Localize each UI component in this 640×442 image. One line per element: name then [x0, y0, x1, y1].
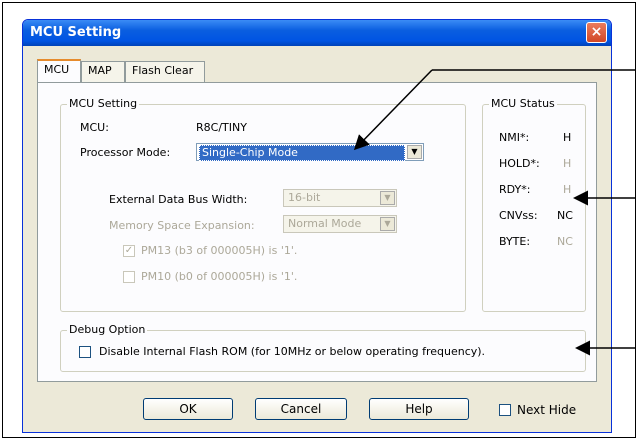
callout-arrow-processor-mode: [353, 69, 433, 151]
callout-arrows: [353, 69, 636, 356]
tab-mcu[interactable]: MCU: [37, 59, 81, 82]
